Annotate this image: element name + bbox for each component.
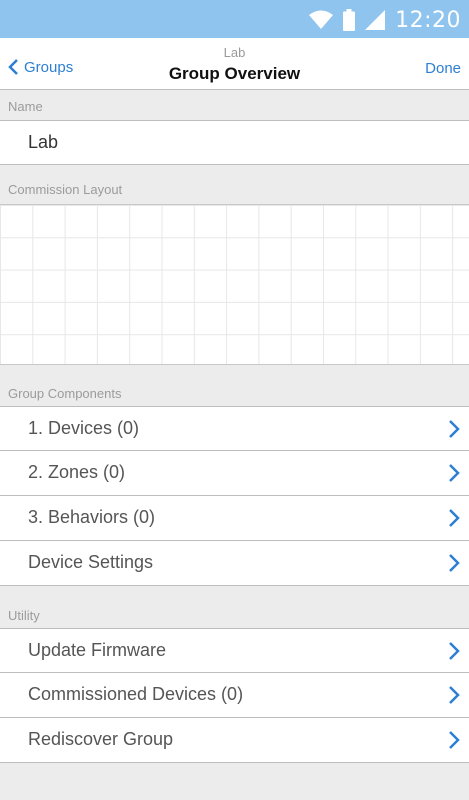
chevron-right-icon	[449, 642, 460, 660]
navigation-bar: Groups Lab Group Overview Done	[0, 38, 469, 90]
section-header-name: Name	[8, 99, 43, 114]
chevron-right-icon	[449, 554, 460, 572]
chevron-right-icon	[449, 731, 460, 749]
row-commissioned-devices[interactable]: Commissioned Devices (0)	[0, 673, 469, 718]
wifi-icon	[309, 10, 334, 29]
section-header-group-components: Group Components	[8, 386, 122, 401]
row-devices[interactable]: 1. Devices (0)	[0, 406, 469, 451]
name-value: Lab	[28, 132, 59, 152]
row-label: Update Firmware	[28, 640, 167, 660]
status-bar: 12:20	[0, 0, 469, 38]
row-rediscover-group[interactable]: Rediscover Group	[0, 718, 469, 763]
nav-subtitle: Lab	[223, 45, 246, 60]
row-label: 3. Behaviors (0)	[28, 507, 156, 527]
commission-layout-grid[interactable]	[0, 204, 469, 365]
row-behaviors[interactable]: 3. Behaviors (0)	[0, 496, 469, 541]
chevron-right-icon	[449, 509, 460, 527]
name-field[interactable]: Lab	[0, 120, 469, 165]
section-header-utility: Utility	[8, 608, 40, 623]
chevron-right-icon	[449, 420, 460, 438]
battery-icon	[343, 9, 356, 31]
row-device-settings[interactable]: Device Settings	[0, 541, 469, 586]
row-label: 1. Devices (0)	[28, 418, 140, 438]
done-button[interactable]: Done	[425, 60, 461, 77]
row-zones[interactable]: 2. Zones (0)	[0, 451, 469, 496]
chevron-right-icon	[449, 686, 460, 704]
row-label: Device Settings	[28, 552, 154, 572]
row-label: 2. Zones (0)	[28, 462, 126, 482]
section-header-commission-layout: Commission Layout	[8, 182, 123, 197]
chevron-right-icon	[449, 464, 460, 482]
page-title: Group Overview	[168, 64, 301, 83]
row-update-firmware[interactable]: Update Firmware	[0, 628, 469, 673]
row-label: Rediscover Group	[28, 729, 174, 749]
status-time: 12:20	[395, 7, 461, 33]
row-label: Commissioned Devices (0)	[28, 684, 244, 704]
signal-icon	[365, 10, 386, 30]
